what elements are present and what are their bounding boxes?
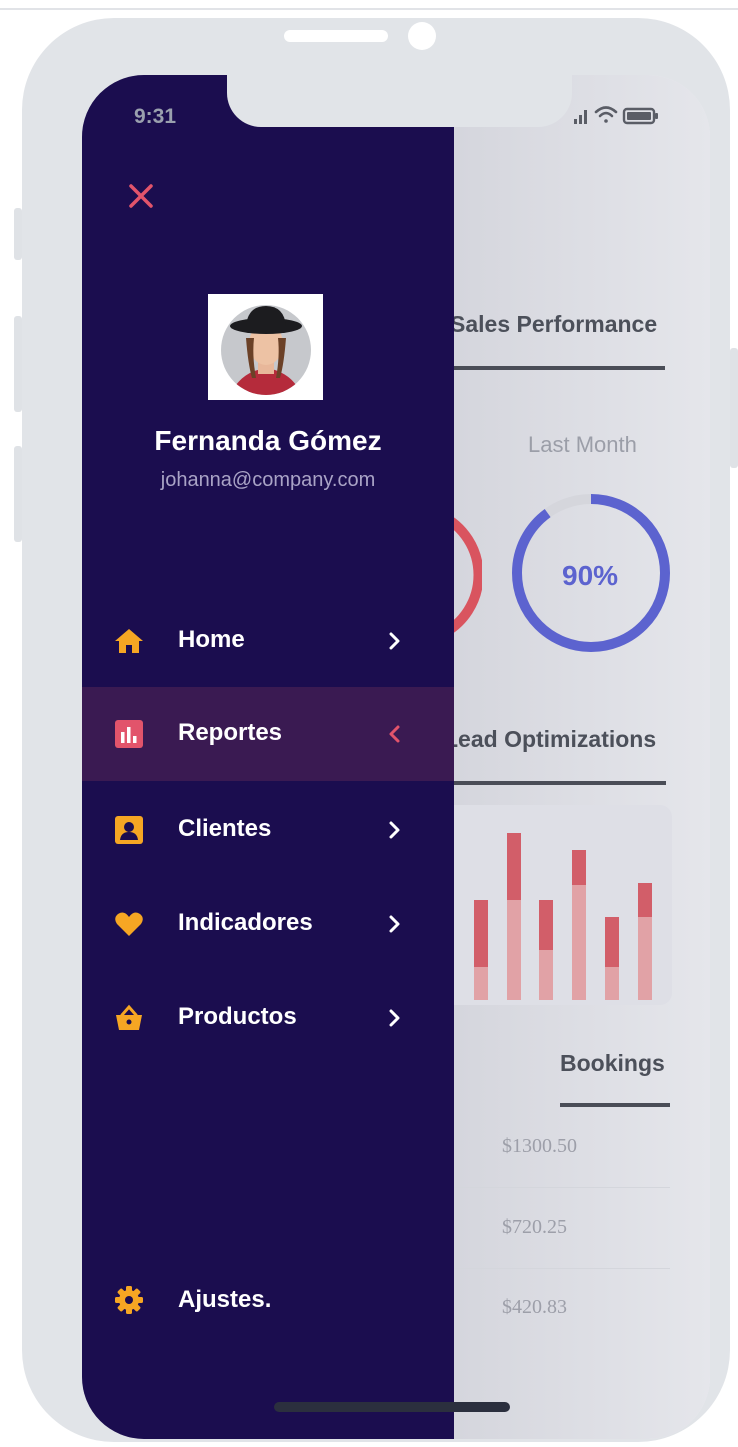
booking-amount: $420.83 xyxy=(502,1296,567,1318)
menu-item-reportes[interactable]: Reportes xyxy=(82,687,454,781)
user-name: Fernanda Gómez xyxy=(154,425,382,456)
home-icon xyxy=(114,626,144,656)
basket-icon xyxy=(114,1003,144,1033)
heart-icon xyxy=(114,909,144,939)
menu-item-label: Home xyxy=(178,626,245,653)
chevron-right-icon xyxy=(387,913,403,935)
row-divider xyxy=(454,1268,670,1269)
home-indicator[interactable] xyxy=(274,1402,510,1412)
user-email: johanna@company.com xyxy=(160,469,376,491)
lead-optimizations-underline xyxy=(454,781,666,785)
lead-bar-chart xyxy=(474,833,652,1000)
bar-1-top xyxy=(474,900,488,967)
bar-chart-icon xyxy=(114,719,144,749)
gear-icon xyxy=(114,1285,144,1315)
status-time: 9:31 xyxy=(134,105,177,128)
speaker-grille xyxy=(284,30,388,42)
phone-screen: Sales Performance Last Month 90% Lead Op… xyxy=(82,75,710,1439)
bookings-underline xyxy=(560,1103,670,1107)
menu-item-label: Indicadores xyxy=(178,909,313,936)
last-month-percentage: 90% xyxy=(562,560,619,591)
avatar xyxy=(208,294,323,400)
row-divider xyxy=(454,1187,670,1188)
power-button xyxy=(730,348,738,468)
menu-item-label: Reportes xyxy=(178,719,283,746)
signal-icon xyxy=(574,110,587,124)
last-month-label: Last Month xyxy=(528,432,637,457)
bar-2-top xyxy=(507,833,521,900)
menu-item-indicadores[interactable]: Indicadores xyxy=(82,877,454,971)
battery-icon xyxy=(622,107,658,125)
sales-performance-title: Sales Performance xyxy=(450,311,658,337)
settings-button[interactable]: Ajustes. xyxy=(82,1265,454,1337)
phone-notch xyxy=(227,75,572,127)
bar-6-top xyxy=(638,883,652,917)
lead-optimizations-title: Lead Optimizations xyxy=(444,726,657,752)
chevron-left-icon xyxy=(387,723,403,745)
menu-item-label: Productos xyxy=(178,1003,297,1030)
phone-frame: Sales Performance Last Month 90% Lead Op… xyxy=(14,18,738,1442)
booking-amount: $720.25 xyxy=(502,1216,567,1238)
bar-4-top xyxy=(572,850,586,885)
menu-item-label: Clientes xyxy=(178,815,272,842)
menu-item-home[interactable]: Home xyxy=(82,594,454,688)
chevron-right-icon xyxy=(387,819,403,841)
front-camera xyxy=(408,22,436,50)
menu-item-productos[interactable]: Productos xyxy=(82,971,454,1065)
booking-amount: $1300.50 xyxy=(502,1135,577,1157)
menu-item-clientes[interactable]: Clientes xyxy=(82,783,454,877)
navigation-drawer: Fernanda Gómez johanna@company.com Home xyxy=(82,75,454,1439)
bookings-title: Bookings xyxy=(560,1050,665,1076)
wifi-icon xyxy=(594,106,618,123)
chevron-right-icon xyxy=(387,630,403,652)
bar-3-top xyxy=(539,900,553,950)
status-icons xyxy=(574,102,684,128)
mute-switch xyxy=(14,208,22,260)
chevron-right-icon xyxy=(387,1007,403,1029)
settings-label: Ajustes. xyxy=(178,1286,272,1313)
volume-down-button xyxy=(14,446,22,542)
top-divider xyxy=(0,8,738,10)
contact-card-icon xyxy=(114,815,144,845)
bar-5-top xyxy=(605,917,619,967)
volume-up-button xyxy=(14,316,22,412)
sales-performance-underline xyxy=(454,366,665,370)
close-icon[interactable] xyxy=(126,181,156,211)
